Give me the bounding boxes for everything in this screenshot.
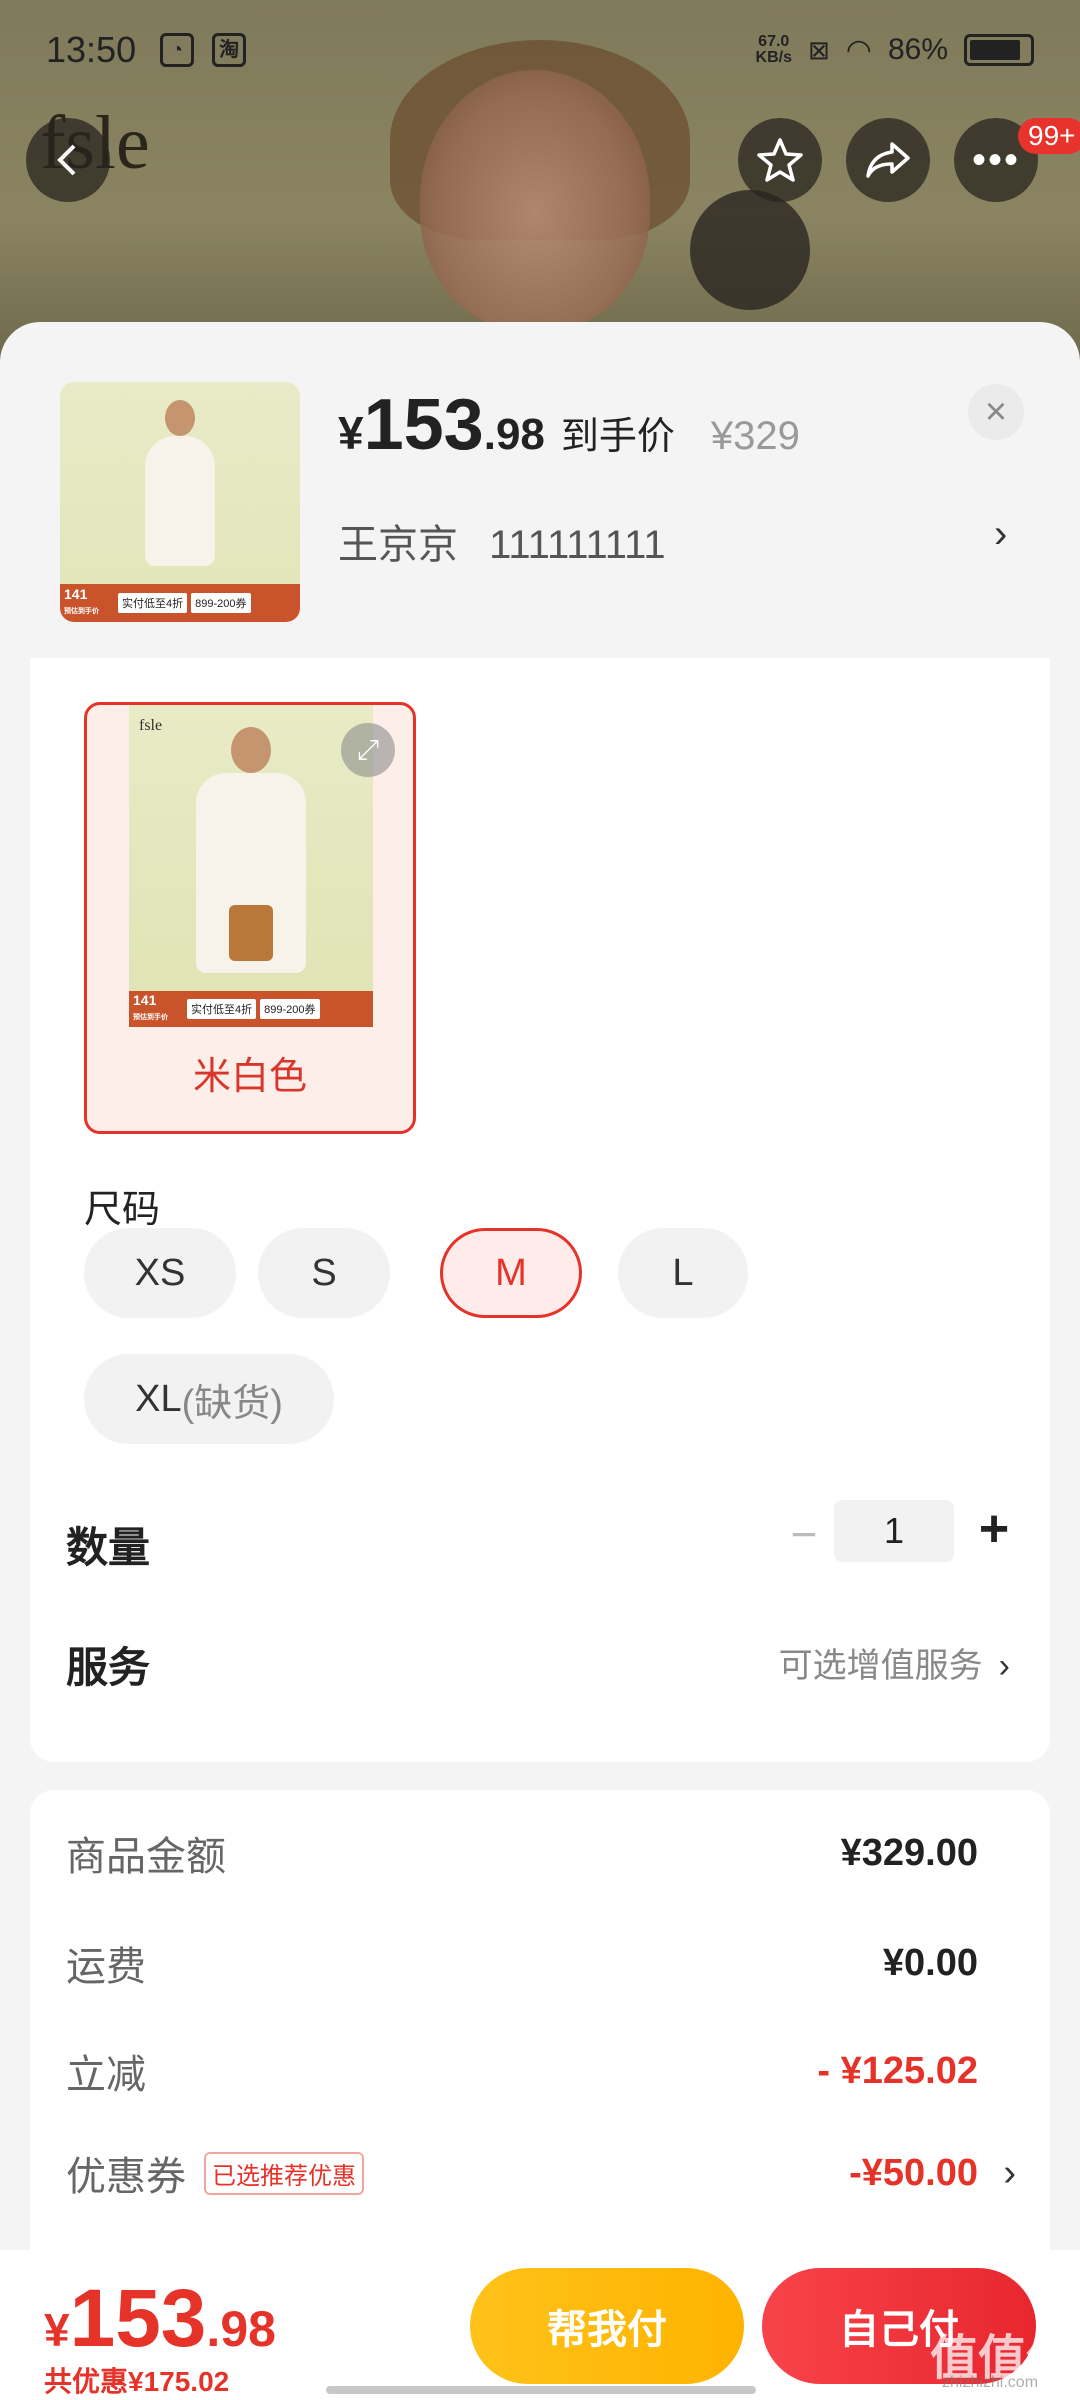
qq-icon: ◔	[160, 33, 195, 67]
size-option-l[interactable]: L	[618, 1228, 748, 1318]
coupon-tag: 已选推荐优惠	[204, 2151, 364, 2195]
status-app-icons: ◔ 淘	[160, 33, 247, 67]
model-face	[420, 70, 650, 330]
share-icon	[866, 142, 910, 178]
more-dots-icon: •••	[971, 137, 1020, 182]
total-discount: 共优惠¥175.02	[44, 2366, 230, 2397]
thumb-promo-strip: 141 预估到手价 实付低至4折 899-200券	[60, 584, 300, 622]
color-promo-strip: 141 预估到手价 实付低至4折 899-200券	[129, 991, 373, 1027]
service-label: 服务	[66, 1644, 151, 1691]
star-icon	[757, 138, 803, 182]
minus-icon: −	[790, 1508, 818, 1560]
price-label: 到手价	[560, 416, 675, 458]
help-me-pay-button[interactable]: 帮我付	[470, 2268, 744, 2384]
close-icon: ×	[984, 391, 1008, 433]
home-indicator[interactable]	[326, 2386, 756, 2394]
chevron-right-icon: ›	[998, 1647, 1010, 1685]
battery-fill	[970, 40, 1020, 60]
sku-selector-sheet: 141 预估到手价 实付低至4折 899-200券 ¥ 153 .98 到手价 ¥…	[0, 322, 1080, 2400]
size-section-title: 尺码	[84, 1189, 161, 1231]
size-option-m[interactable]: M	[440, 1228, 582, 1318]
battery-percent: 86%	[887, 33, 948, 66]
price-symbol: ¥	[338, 407, 364, 459]
out-of-stock-label: (缺货)	[181, 1382, 283, 1425]
quantity-input[interactable]: 1	[834, 1500, 954, 1562]
goods-amount-row: 商品金额 ¥329.00	[66, 1831, 978, 1880]
original-price: ¥329	[710, 414, 800, 458]
price-integer: 153	[363, 385, 484, 465]
quantity-label: 数量	[66, 1524, 151, 1571]
shipping-row: 运费 ¥0.00	[66, 1941, 978, 1990]
address-selector[interactable]: 王京京 111111111	[338, 512, 666, 570]
status-time: 13:50	[46, 29, 137, 70]
chevron-right-icon: ›	[1003, 2151, 1016, 2194]
total-price: ¥ 153 .98	[44, 2273, 276, 2364]
size-option-s[interactable]: S	[258, 1228, 390, 1318]
back-button[interactable]	[26, 118, 110, 202]
price-line: ¥ 153 .98 到手价 ¥329	[338, 384, 800, 466]
handbag	[229, 905, 273, 961]
close-button[interactable]: ×	[968, 384, 1024, 440]
status-right: 67.0 KB/s ⊠ ◠ 86%	[756, 33, 1034, 68]
product-thumbnail[interactable]: 141 预估到手价 实付低至4折 899-200券	[60, 382, 300, 622]
favorite-button[interactable]	[738, 118, 822, 202]
options-card: fsle 141 预估到手价 实付低至4折 899-200券 ⤢ 米白色 尺码 X…	[30, 658, 1050, 1762]
quantity-increase-button[interactable]: +	[964, 1500, 1024, 1560]
no-sim-icon: ⊠	[807, 34, 830, 65]
model-bow	[690, 190, 810, 310]
chevron-left-icon	[57, 144, 76, 176]
product-header: 141 预估到手价 实付低至4折 899-200券 ¥ 153 .98 到手价 ¥…	[0, 322, 1080, 658]
size-option-xl[interactable]: XL (缺货)	[84, 1354, 334, 1444]
battery-icon	[964, 34, 1034, 66]
brand-logo-small: fsle	[139, 717, 163, 734]
wifi-icon: ◠	[845, 33, 872, 67]
color-option-label: 米白色	[192, 1056, 307, 1098]
address-name: 王京京	[338, 523, 458, 567]
checkout-bar: ¥ 153 .98 共优惠¥175.02 帮我付 自己付	[0, 2250, 1080, 2400]
status-bar: 13:50 ◔ 淘 67.0 KB/s ⊠ ◠ 86%	[0, 0, 1080, 100]
instant-discount-row: 立减 - ¥125.02	[66, 2049, 978, 2098]
taobao-icon: 淘	[212, 33, 247, 67]
address-phone: 111111111	[489, 523, 666, 567]
color-option-selected[interactable]: fsle 141 预估到手价 实付低至4折 899-200券 ⤢ 米白色	[84, 702, 416, 1134]
service-selector[interactable]: 可选增值服务 ›	[779, 1638, 1010, 1687]
plus-icon: +	[978, 1500, 1010, 1558]
chevron-right-icon[interactable]: ›	[994, 512, 1007, 557]
share-button[interactable]	[846, 118, 930, 202]
net-speed: 67.0 KB/s	[755, 33, 792, 66]
thumb-model	[145, 400, 215, 566]
color-option-image: fsle 141 预估到手价 实付低至4折 899-200券	[129, 705, 373, 1027]
coupon-row[interactable]: 优惠券 已选推荐优惠 -¥50.00 ›	[66, 2144, 1016, 2202]
notification-badge: 99+	[1018, 118, 1080, 154]
size-option-xs[interactable]: XS	[84, 1228, 236, 1318]
quantity-decrease-button[interactable]: −	[774, 1506, 834, 1566]
expand-icon[interactable]: ⤢	[341, 723, 395, 777]
price-decimal: .98	[483, 410, 545, 459]
watermark-url: zhizhizhi.com	[942, 2374, 1039, 2391]
